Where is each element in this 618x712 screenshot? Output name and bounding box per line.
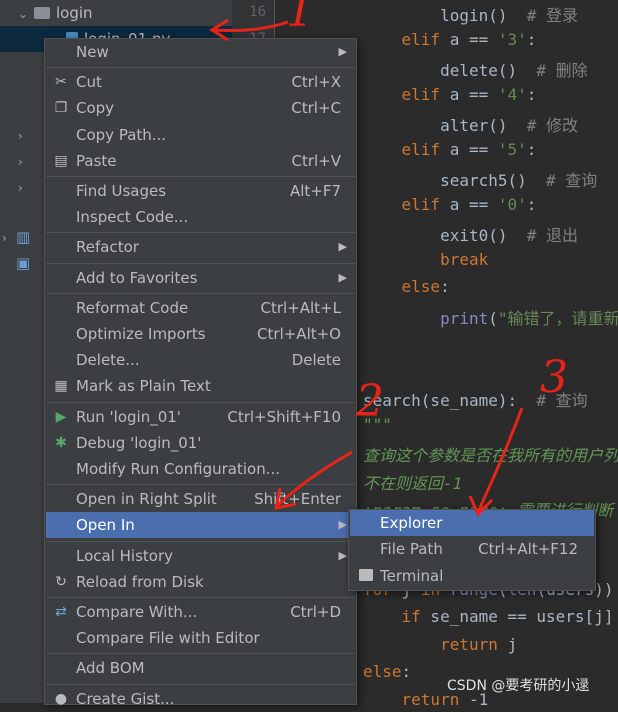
annotation-arrow-1 (214, 20, 289, 32)
watermark: CSDN @要考研的小逯 (447, 678, 590, 694)
annotation-arrow-2 (276, 450, 353, 507)
annotation-arrows (209, 18, 524, 517)
annotation-arrow-3 (476, 407, 524, 513)
